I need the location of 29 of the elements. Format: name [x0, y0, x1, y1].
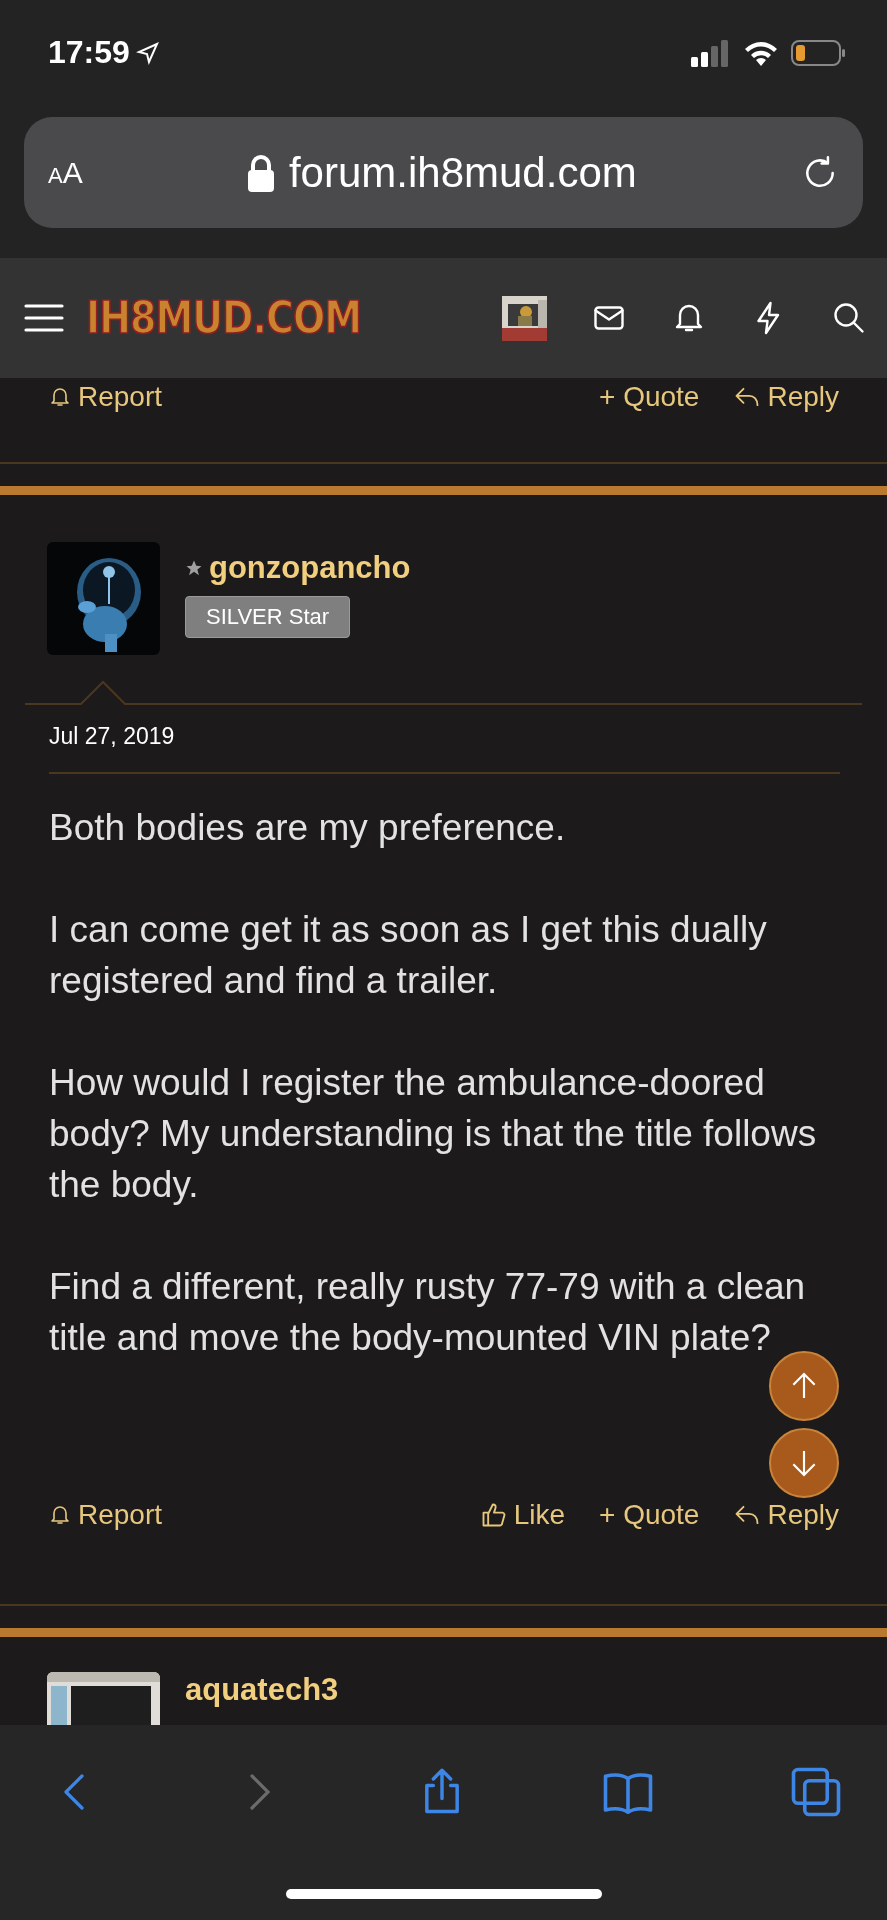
reply-button[interactable]: Reply: [733, 380, 839, 414]
post-paragraph: Find a different, really rusty 77-79 with a clean title and move the body-mounted VIN plate?: [49, 1265, 807, 1360]
battery-icon: [791, 38, 847, 67]
username-link[interactable]: gonzopancho: [209, 550, 411, 586]
tabs-icon[interactable]: [789, 1765, 843, 1819]
post-paragraph: Both bodies are my preference.: [49, 806, 567, 850]
quote-button[interactable]: + Quote: [599, 1498, 700, 1532]
address-bar[interactable]: AA forum.ih8mud.com: [24, 117, 863, 228]
text-size-button[interactable]: AA: [48, 155, 83, 190]
quote-button[interactable]: + Quote: [599, 380, 700, 414]
signal-icon: [691, 38, 731, 67]
like-button[interactable]: Like: [479, 1498, 565, 1532]
star-icon: [185, 559, 203, 577]
bell-icon[interactable]: [48, 385, 72, 409]
url-text: forum.ih8mud.com: [288, 148, 637, 197]
report-button[interactable]: Report: [48, 380, 163, 414]
user-title-badge: SILVER Star: [185, 596, 351, 638]
bell-icon[interactable]: [48, 1503, 72, 1527]
lock-icon: [246, 152, 275, 193]
site-logo[interactable]: IH8MUD.COM: [86, 292, 362, 344]
search-icon[interactable]: [831, 300, 867, 336]
report-button[interactable]: Report: [48, 1498, 163, 1532]
location-arrow-icon: [135, 40, 160, 65]
post-paragraph: How would I register the ambulance-doored body? My understanding is that the title follows the body.: [49, 1061, 818, 1207]
reply-button[interactable]: Reply: [733, 1498, 839, 1532]
post-paragraph: I can come get it as soon as I get this dually registered and find a trailer.: [49, 908, 768, 1003]
post-date[interactable]: Jul 27, 2019: [0, 705, 887, 750]
username-link[interactable]: aquatech3: [185, 1672, 339, 1725]
clock-time: 17:59: [48, 34, 130, 71]
